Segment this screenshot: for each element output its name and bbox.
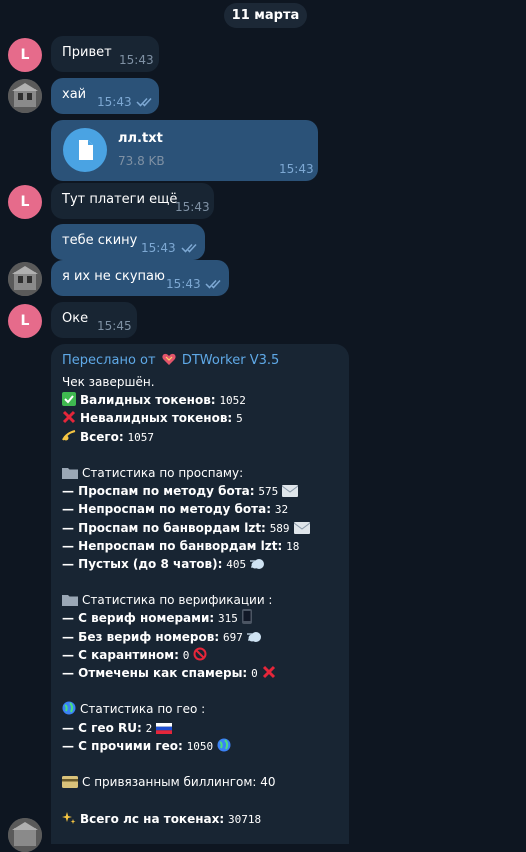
message-bubble[interactable]: тебе скину 15:43 xyxy=(51,224,205,260)
nospam-lzt-value: 18 xyxy=(286,539,300,553)
total-label: Всего: xyxy=(80,429,124,444)
envelope-icon xyxy=(281,484,299,500)
invalid-label: Невалидных токенов: xyxy=(80,411,233,426)
user-avatar[interactable] xyxy=(8,79,42,113)
spam-section-header: Статистика по проспаму: xyxy=(82,465,244,480)
valid-value: 1052 xyxy=(219,394,246,408)
user-avatar-image-icon xyxy=(8,79,42,113)
contact-avatar[interactable]: L xyxy=(8,185,42,219)
billing-label: С привязанным биллингом: xyxy=(82,775,257,790)
verif-section-header: Статистика по верификации : xyxy=(82,593,273,608)
dialogs-value: 30718 xyxy=(227,812,262,826)
forward-source[interactable]: DTWorker V3.5 xyxy=(182,353,279,368)
green-check-icon xyxy=(62,392,76,409)
invalid-value: 5 xyxy=(236,412,243,426)
spam-lzt-value: 589 xyxy=(269,521,290,535)
user-avatar[interactable] xyxy=(8,262,42,296)
forwarded-message[interactable]: Переслано от DTWorker V3.5 Чек завершён.… xyxy=(51,344,349,844)
credit-card-icon xyxy=(62,775,78,791)
message-bubble[interactable]: Привет 15:43 xyxy=(51,36,159,72)
report-title: Чек завершён. xyxy=(62,375,155,389)
spam-lzt-label: — Проспам по банвордам lzt: xyxy=(62,520,266,535)
message-text: Оке xyxy=(62,311,89,326)
forward-prefix: Переслано от xyxy=(62,353,156,368)
message-time: 15:45 xyxy=(97,319,132,333)
heart-icon xyxy=(162,353,176,365)
red-cross-icon xyxy=(262,665,276,682)
file-name: лл.txt xyxy=(118,131,163,146)
dizzy-star-icon xyxy=(62,429,76,446)
nospam-lzt-label: — Непроспам по банвордам lzt: xyxy=(62,538,283,553)
spammers-value: 0 xyxy=(251,667,258,680)
noverif-label: — Без вериф номеров: xyxy=(62,629,220,644)
geo-ru-value: 2 xyxy=(145,721,153,735)
message-text: Тут платеги ещё xyxy=(62,192,178,207)
russia-flag-icon xyxy=(156,721,173,737)
noverif-value: 697 xyxy=(222,630,243,644)
message-bubble[interactable]: Тут платеги ещё 15:43 xyxy=(51,183,214,219)
billing-value: 40 xyxy=(260,775,276,790)
message-text: Привет xyxy=(62,45,112,60)
forward-header[interactable]: Переслано от DTWorker V3.5 xyxy=(62,353,279,368)
quarantine-label: — С карантином: xyxy=(62,647,179,662)
file-size: 73.8 KB xyxy=(118,154,165,168)
spam-bot-label: — Проспам по методу бота: xyxy=(62,484,255,499)
nospam-bot-value: 32 xyxy=(274,503,289,517)
contact-avatar[interactable]: L xyxy=(8,304,42,338)
file-message[interactable]: лл.txt 73.8 KB 15:43 xyxy=(51,120,318,181)
globe-icon xyxy=(217,738,231,755)
message-time: 15:43 xyxy=(166,277,201,291)
user-avatar[interactable] xyxy=(8,818,42,852)
message-time: 15:43 xyxy=(141,241,176,255)
verif-label: — С вериф номерами: xyxy=(62,611,215,626)
message-time: 15:43 xyxy=(175,200,210,214)
geo-other-value: 1050 xyxy=(186,739,214,753)
message-text: я их не скупаю xyxy=(62,269,165,284)
message-bubble[interactable]: я их не скупаю 15:43 xyxy=(51,260,229,296)
geo-ru-label: — С гео RU: xyxy=(62,720,142,735)
date-separator: 11 марта xyxy=(224,3,307,28)
user-avatar-image-icon xyxy=(8,262,42,296)
message-time: 15:43 xyxy=(279,162,314,176)
envelope-icon xyxy=(293,521,310,537)
quarantine-value: 0 xyxy=(182,648,190,662)
read-checkmarks-icon xyxy=(181,243,197,253)
contact-avatar[interactable]: L xyxy=(8,38,42,72)
dash-cloud-icon xyxy=(250,557,266,573)
message-text: тебе скину xyxy=(62,233,138,248)
spam-bot-value: 575 xyxy=(258,485,279,499)
message-bubble[interactable]: Оке 15:45 xyxy=(51,302,137,338)
sparkles-icon xyxy=(62,811,76,828)
total-value: 1057 xyxy=(127,430,155,444)
empty-chats-value: 405 xyxy=(226,557,247,571)
dialogs-label: Всего лс на токенах: xyxy=(80,811,225,826)
message-bubble[interactable]: хай 15:43 xyxy=(51,78,159,114)
red-cross-icon xyxy=(62,410,76,427)
prohibited-icon xyxy=(193,647,207,664)
dash-cloud-icon xyxy=(246,630,263,646)
empty-chats-label: — Пустых (до 8 чатов): xyxy=(62,556,223,571)
nospam-bot-label: — Непроспам по методу бота: xyxy=(62,502,271,517)
message-time: 15:43 xyxy=(119,53,154,67)
folder-icon xyxy=(62,466,78,482)
user-avatar-image-icon xyxy=(8,818,42,852)
message-time: 15:43 xyxy=(97,95,132,109)
message-text: хай xyxy=(62,87,87,102)
geo-section-header: Статистика по гео : xyxy=(80,702,206,717)
phone-icon xyxy=(241,609,252,627)
file-download-icon[interactable] xyxy=(63,128,107,172)
read-checkmarks-icon xyxy=(205,279,221,289)
read-checkmarks-icon xyxy=(136,97,152,107)
verif-value: 315 xyxy=(218,612,238,626)
folder-icon xyxy=(62,593,78,609)
spammers-label: — Отмечены как спамеры: xyxy=(62,666,248,680)
forward-body: Чек завершён. Валидных токенов: 1052 Нев… xyxy=(62,373,346,828)
geo-other-label: — С прочими гео: xyxy=(62,738,183,753)
globe-icon xyxy=(62,701,76,718)
valid-label: Валидных токенов: xyxy=(80,393,216,408)
